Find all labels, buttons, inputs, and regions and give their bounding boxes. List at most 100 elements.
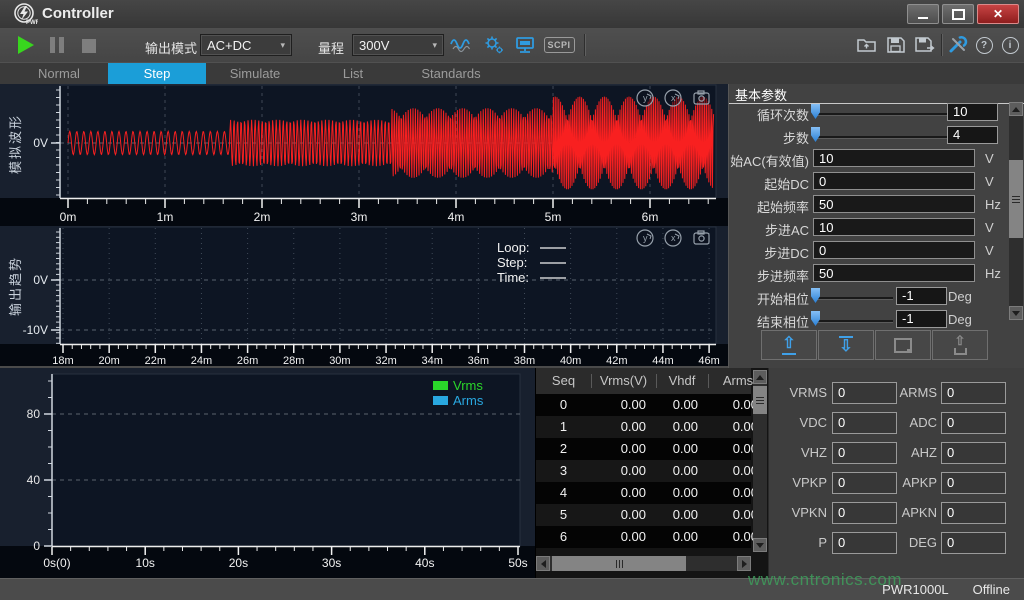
tab-simulate[interactable]: Simulate	[206, 63, 304, 84]
range-value: 300V	[359, 38, 389, 53]
title-bar: PWR Controller ✕	[0, 0, 1024, 29]
params-scroll-thumb[interactable]	[1009, 160, 1023, 238]
stop-icon	[82, 39, 96, 53]
param-slider-track[interactable]	[815, 136, 947, 139]
param-input[interactable]	[813, 149, 975, 167]
param-row: 步数4	[729, 125, 1024, 146]
table-vscroll-down-button[interactable]	[753, 538, 767, 552]
param-unit: Hz	[985, 266, 1001, 281]
open-file-button[interactable]	[855, 35, 879, 55]
status-bar: PWR1000L Offline	[0, 578, 1024, 600]
scpi-icon: SCPI	[544, 37, 575, 53]
param-slider-track[interactable]	[815, 297, 893, 300]
param-row: 步进ACV	[729, 217, 1024, 238]
table-cell: 0.00	[656, 438, 698, 460]
help-button[interactable]: ?	[972, 35, 996, 55]
load-sequence-file-button[interactable]: ⇧	[932, 330, 988, 360]
device-model: PWR1000L	[882, 582, 948, 597]
measure-field-apkp[interactable]: 0	[941, 472, 1006, 494]
column-header-seq[interactable]: Seq	[536, 368, 591, 394]
tab-normal[interactable]: Normal	[10, 63, 108, 84]
param-slider-track[interactable]	[815, 113, 947, 116]
measure-field-deg[interactable]: 0	[941, 532, 1006, 554]
param-slider-handle[interactable]	[811, 104, 820, 119]
param-input[interactable]	[813, 241, 975, 259]
output-mode-select[interactable]: AC+DC ▾	[200, 34, 292, 56]
x-tick-label: 32m	[375, 355, 396, 366]
info-button[interactable]: i	[998, 35, 1022, 55]
pause-button[interactable]	[50, 37, 64, 53]
table-hscroll-thumb[interactable]	[552, 556, 686, 571]
close-button[interactable]: ✕	[977, 4, 1019, 24]
tab-step[interactable]: Step	[108, 63, 206, 84]
param-value-box[interactable]: 4	[947, 126, 998, 144]
measure-label-vhz: VHZ	[769, 442, 827, 464]
table-cell: 0.00	[708, 438, 758, 460]
settings-button[interactable]	[482, 35, 506, 55]
param-input[interactable]	[813, 172, 975, 190]
param-slider-handle[interactable]	[811, 127, 820, 142]
param-input[interactable]	[813, 195, 975, 213]
table-row[interactable]: 40.000.000.00	[536, 482, 751, 504]
param-value-box[interactable]: 10	[947, 103, 998, 121]
save-button[interactable]	[884, 35, 908, 55]
download-from-device-button[interactable]: ⇩	[818, 330, 874, 360]
table-row[interactable]: 20.000.000.00	[536, 438, 751, 460]
y-tick-label: 0	[33, 539, 40, 553]
minimize-button[interactable]	[907, 4, 939, 24]
table-row[interactable]: 60.000.000.00	[536, 526, 751, 548]
param-value-box[interactable]: -1	[896, 287, 947, 305]
header-separator	[708, 374, 709, 388]
table-row[interactable]: 30.000.000.00	[536, 460, 751, 482]
annotation-label: Time:	[497, 270, 529, 285]
param-input[interactable]	[813, 218, 975, 236]
upload-to-device-button[interactable]: ⇧	[761, 330, 817, 360]
param-label: 循环次数	[729, 105, 809, 124]
simulated-waveform-chart[interactable]: 0m1m2m3m4m5m6m0V模拟波形yx	[0, 84, 728, 226]
y-axis-rescale-icon: y	[637, 230, 653, 246]
table-cell: 1	[536, 416, 591, 438]
table-row[interactable]: 10.000.000.00	[536, 416, 751, 438]
param-value-box[interactable]: -1	[896, 310, 947, 328]
table-vscroll-thumb[interactable]	[753, 386, 767, 414]
file-copy-icon	[894, 338, 912, 353]
measure-field-apkn[interactable]: 0	[941, 502, 1006, 524]
waveform-view-button[interactable]	[449, 35, 473, 55]
tab-standards[interactable]: Standards	[402, 63, 500, 84]
tab-list[interactable]: List	[304, 63, 402, 84]
remote-display-button[interactable]	[514, 35, 538, 55]
params-scroll-down-button[interactable]	[1009, 306, 1023, 320]
table-cell: 0	[536, 394, 591, 416]
table-vscroll-up-button[interactable]	[753, 370, 767, 384]
column-header-vrmsv[interactable]: Vrms(V)	[591, 368, 656, 394]
measure-trend-chart[interactable]: 040800s(0)10s20s30s40s50sVrmsArms	[0, 368, 535, 578]
minimize-icon	[918, 17, 928, 19]
column-header-vhdf[interactable]: Vhdf	[656, 368, 708, 394]
measure-field-arms[interactable]: 0	[941, 382, 1006, 404]
measure-label-vrms: VRMS	[769, 382, 827, 404]
x-tick-label: 36m	[468, 355, 489, 366]
stop-button[interactable]	[82, 37, 96, 53]
save-sequence-file-button[interactable]	[875, 330, 931, 360]
table-cell: 0.00	[591, 394, 646, 416]
maximize-button[interactable]	[942, 4, 974, 24]
param-slider-track[interactable]	[815, 320, 893, 323]
param-slider-handle[interactable]	[811, 311, 820, 326]
output-trend-chart[interactable]: 0V-10V18m20m22m24m26m28m30m32m34m36m38m4…	[0, 226, 728, 366]
measure-field-adc[interactable]: 0	[941, 412, 1006, 434]
table-hscroll-left-button[interactable]	[536, 556, 550, 571]
measure-field-ahz[interactable]: 0	[941, 442, 1006, 464]
params-scroll-up-button[interactable]	[1009, 102, 1023, 116]
range-select[interactable]: 300V ▾	[352, 34, 444, 56]
table-row[interactable]: 00.000.000.00	[536, 394, 751, 416]
save-as-button[interactable]	[913, 35, 937, 55]
table-hscroll-right-button[interactable]	[737, 556, 751, 571]
param-slider-handle[interactable]	[811, 288, 820, 303]
param-input[interactable]	[813, 264, 975, 282]
tools-button[interactable]	[946, 35, 970, 55]
table-cell: 0.00	[591, 504, 646, 526]
run-button[interactable]	[18, 36, 34, 54]
scpi-button[interactable]: SCPI	[544, 35, 574, 55]
table-row[interactable]: 50.000.000.00	[536, 504, 751, 526]
measure-label-apkn: APKN	[869, 502, 937, 524]
